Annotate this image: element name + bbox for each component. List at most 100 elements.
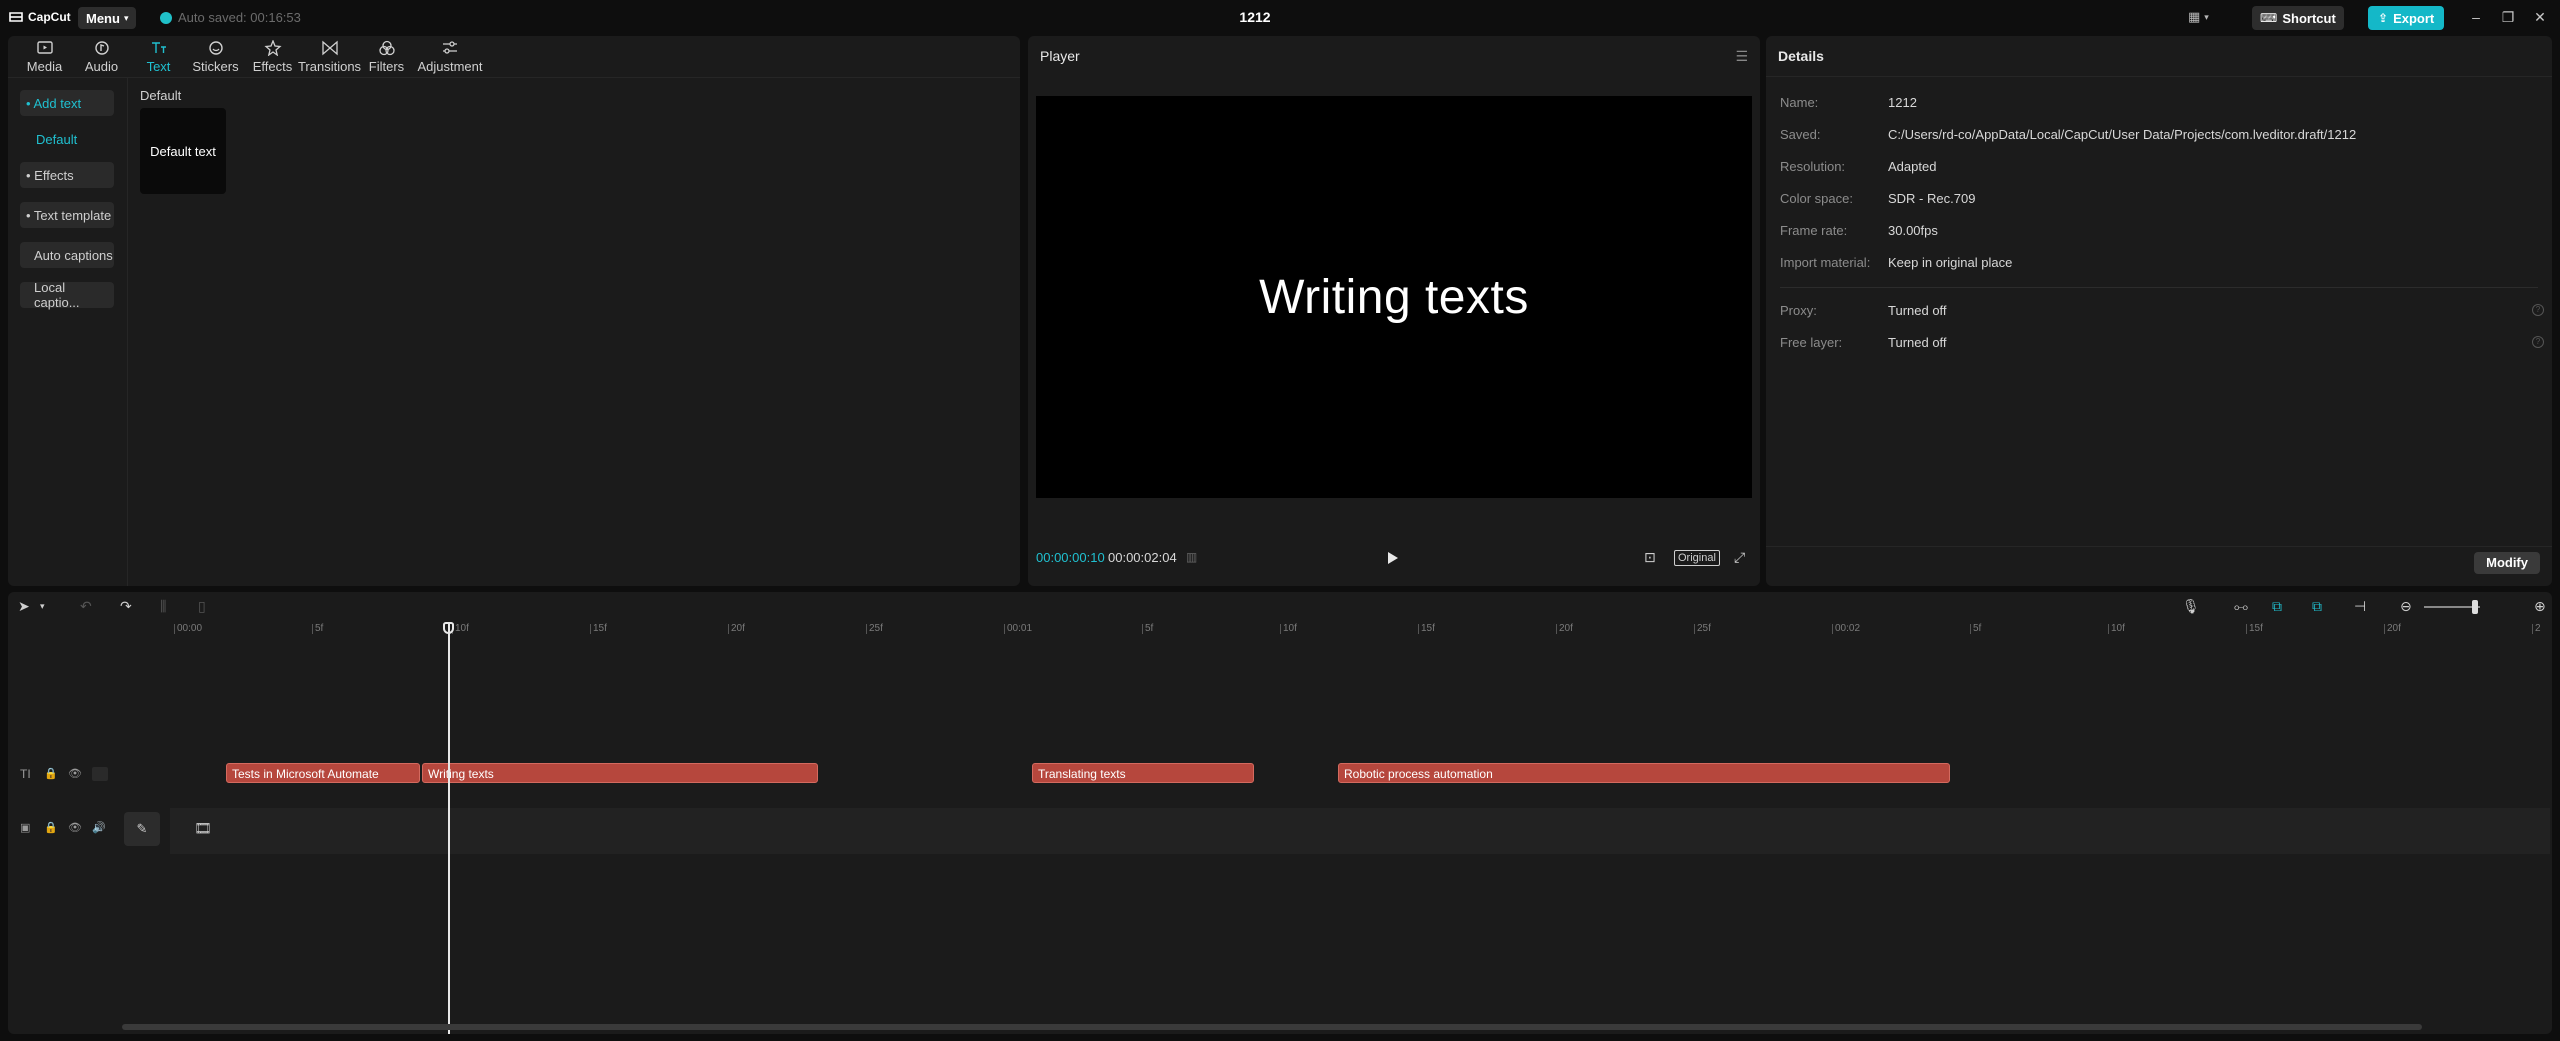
ruler-tick: 25f	[1694, 624, 1711, 634]
menu-button[interactable]: Menu ▾	[78, 7, 137, 29]
timeline-ruler[interactable]: 00:00 5f 10f 15f 20f 25f 00:01 5f 10f 15…	[8, 622, 2552, 638]
tab-effects[interactable]: Effects	[244, 36, 301, 78]
layout-button[interactable]: ▦ ▾	[2188, 9, 2209, 25]
chevron-down-icon[interactable]: ▾	[40, 601, 45, 612]
sidebar-item-local-captions[interactable]: Local captio...	[20, 280, 114, 310]
total-timecode: 00:00:02:04	[1108, 550, 1177, 565]
screenshot-icon[interactable]: ⊡	[1644, 549, 1656, 566]
tab-adjustment[interactable]: Adjustment	[415, 36, 485, 78]
minimize-icon[interactable]: –	[2466, 9, 2486, 25]
details-row-saved: Saved: C:/Users/rd-co/AppData/Local/CapC…	[1780, 127, 2356, 145]
pencil-icon: ✎	[136, 821, 148, 836]
restore-icon[interactable]: ❐	[2498, 9, 2518, 26]
ruler-tick: 00:01	[1004, 624, 1032, 634]
details-key: Frame rate:	[1780, 223, 1848, 238]
player-title: Player	[1040, 48, 1080, 64]
default-text-card[interactable]: Default text	[140, 108, 226, 194]
player-panel: Player ☰ Writing texts 00:00:00:10 00:00…	[1028, 36, 1760, 586]
details-key: Free layer:	[1780, 335, 1843, 350]
audio-icon	[94, 41, 109, 55]
delete-icon[interactable]: ▯	[198, 598, 206, 615]
play-icon[interactable]	[1384, 550, 1400, 566]
microphone-icon[interactable]: 🎙	[2182, 598, 2200, 615]
horizontal-scrollbar[interactable]	[122, 1024, 2422, 1030]
details-row-resolution: Resolution: Adapted	[1780, 159, 1936, 177]
capcut-logo-icon	[9, 12, 23, 22]
ruler-tick: 20f	[728, 624, 745, 634]
undo-icon[interactable]: ↶	[80, 598, 92, 615]
media-icon	[36, 41, 53, 54]
ruler-tick: 5f	[1970, 624, 1981, 634]
tab-label: Audio	[84, 59, 119, 74]
video-preview[interactable]: Writing texts	[1036, 96, 1752, 498]
tab-label: Transitions	[297, 59, 362, 74]
select-cursor-icon[interactable]: ➤	[18, 598, 30, 615]
details-header-divider	[1766, 76, 2552, 77]
zoom-out-icon[interactable]: ⊖	[2400, 598, 2412, 615]
sidebar-item-auto-captions[interactable]: Auto captions	[20, 242, 114, 268]
ruler-tick: 20f	[1556, 624, 1573, 634]
ruler-tick: 00:02	[1832, 624, 1860, 634]
fullscreen-icon[interactable]: ⤢	[1734, 549, 1745, 566]
text-content-area: Default Default text	[128, 78, 1020, 586]
close-icon[interactable]: ✕	[2530, 9, 2550, 26]
tab-transitions[interactable]: Transitions	[297, 36, 362, 78]
ruler-tick: 15f	[1418, 624, 1435, 634]
info-icon[interactable]: ?	[2532, 336, 2544, 348]
preview-axis-icon[interactable]: ⊣	[2354, 598, 2366, 615]
sidebar-item-add-text[interactable]: • Add text	[20, 90, 114, 116]
cover-edit-button[interactable]: ✎	[124, 812, 160, 846]
eye-icon[interactable]: 👁	[68, 821, 82, 834]
shortcut-button[interactable]: ⌨ Shortcut	[2252, 6, 2344, 30]
lock-icon[interactable]: 🔒	[44, 767, 58, 780]
hamburger-menu-icon[interactable]: ☰	[1735, 48, 1748, 65]
tab-stickers[interactable]: Stickers	[187, 36, 244, 78]
ruler-tick: 10f	[452, 624, 469, 634]
chevron-down-icon: ▾	[2204, 11, 2209, 22]
sidebar-item-effects[interactable]: • Effects	[20, 162, 114, 188]
zoom-slider-handle[interactable]	[2472, 600, 2478, 614]
ruler-tick: 00:00	[174, 624, 202, 634]
media-panel: Media Audio Text Stickers Effects Transi…	[8, 36, 1020, 586]
sidebar-item-default[interactable]: Default	[20, 126, 114, 152]
magnet-icon[interactable]: ⧉	[2272, 598, 2282, 615]
details-value: C:/Users/rd-co/AppData/Local/CapCut/User…	[1888, 127, 2357, 142]
ratio-original-button[interactable]: Original	[1674, 550, 1720, 566]
details-value: Keep in original place	[1888, 255, 2013, 270]
info-icon[interactable]: ?	[2532, 304, 2544, 316]
text-clip[interactable]: Tests in Microsoft Automate	[226, 763, 420, 783]
playhead[interactable]	[448, 624, 450, 1034]
ruler-tick: 5f	[312, 624, 323, 634]
zoom-in-icon[interactable]: ⊕	[2534, 598, 2546, 615]
details-key: Resolution:	[1780, 159, 1846, 174]
main-video-track[interactable]	[170, 808, 2550, 854]
export-icon: ⇪	[2378, 11, 2389, 25]
timecode-toggle-icon[interactable]: ▥	[1186, 550, 1197, 564]
text-clip[interactable]: Translating texts	[1032, 763, 1254, 783]
text-clip[interactable]: Robotic process automation	[1338, 763, 1950, 783]
eye-icon[interactable]: 👁	[68, 767, 82, 780]
tab-filters[interactable]: Filters	[358, 36, 415, 78]
speaker-icon[interactable]: 🔊	[92, 821, 106, 834]
details-key: Proxy:	[1780, 303, 1817, 318]
sidebar-item-text-template[interactable]: • Text template	[20, 202, 114, 228]
effects-icon	[263, 40, 282, 56]
details-row-proxy: Proxy: Turned off	[1780, 303, 1947, 321]
link-icon[interactable]: ⧟	[2234, 598, 2248, 615]
export-button[interactable]: ⇪ Export	[2368, 6, 2445, 30]
redo-icon[interactable]: ↷	[120, 598, 132, 615]
tab-label: Text	[146, 59, 171, 74]
details-value: Turned off	[1888, 335, 1947, 350]
split-icon[interactable]: ⫼	[160, 598, 166, 615]
modify-button[interactable]: Modify	[2474, 552, 2540, 574]
shortcut-label: Shortcut	[2282, 10, 2336, 26]
snap-icon[interactable]: ⧉	[2312, 598, 2322, 615]
tab-audio[interactable]: Audio	[73, 36, 130, 78]
details-value: SDR - Rec.709	[1888, 191, 1976, 206]
lock-icon[interactable]: 🔒	[44, 821, 58, 834]
tab-text[interactable]: Text	[130, 36, 187, 78]
tab-media[interactable]: Media	[16, 36, 73, 78]
text-clip[interactable]: Writing texts	[422, 763, 818, 783]
autosave-status: Auto saved: 00:16:53	[160, 10, 301, 25]
details-row-free-layer: Free layer: Turned off	[1780, 335, 1947, 353]
